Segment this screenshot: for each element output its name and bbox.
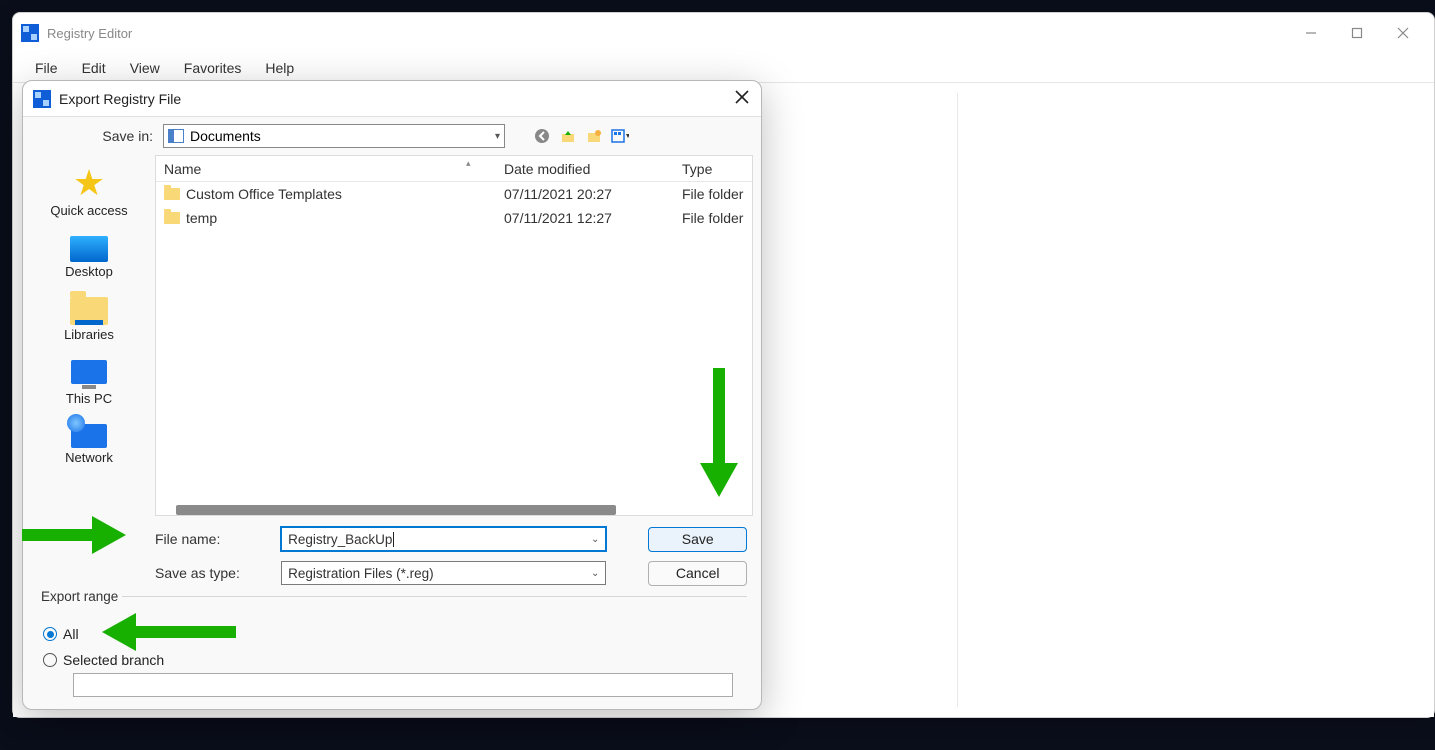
cancel-button[interactable]: Cancel <box>648 561 747 586</box>
file-list-header: Name ▴ Date modified Type <box>156 156 752 182</box>
menu-favorites[interactable]: Favorites <box>172 56 254 80</box>
places-bar: ★ Quick access Desktop Libraries This PC… <box>23 155 155 516</box>
place-desktop[interactable]: Desktop <box>65 236 113 279</box>
libraries-icon <box>70 297 108 325</box>
radio-selected-row[interactable]: Selected branch <box>37 647 747 673</box>
filename-input[interactable]: Registry_BackUp ⌄ <box>281 527 606 551</box>
folder-icon <box>164 212 180 224</box>
place-quick-access[interactable]: ★ Quick access <box>50 165 127 218</box>
new-folder-icon[interactable] <box>585 127 603 145</box>
save-button[interactable]: Save <box>648 527 747 552</box>
dialog-titlebar: Export Registry File <box>23 81 761 117</box>
col-type[interactable]: Type <box>674 161 752 177</box>
export-range-group: Export range All Selected branch <box>37 596 747 697</box>
save-in-row: Save in: Documents ▾ <box>23 117 761 155</box>
menu-help[interactable]: Help <box>253 56 306 80</box>
saveastype-dropdown[interactable]: Registration Files (*.reg) ⌄ <box>281 561 606 585</box>
radio-selected-branch[interactable] <box>43 653 57 667</box>
back-icon[interactable] <box>533 127 551 145</box>
selected-branch-input[interactable] <box>73 673 733 697</box>
col-name[interactable]: Name <box>156 161 496 177</box>
column-divider <box>957 93 958 707</box>
view-menu-icon[interactable] <box>611 127 629 145</box>
save-in-value: Documents <box>190 128 261 144</box>
star-icon: ★ <box>73 165 105 201</box>
radio-all[interactable] <box>43 627 57 641</box>
dialog-close-button[interactable] <box>735 88 749 109</box>
menu-edit[interactable]: Edit <box>70 56 118 80</box>
filename-label: File name: <box>23 531 281 547</box>
regedit-icon <box>33 90 51 108</box>
up-folder-icon[interactable] <box>559 127 577 145</box>
window-title: Registry Editor <box>47 26 132 41</box>
folder-icon <box>164 188 180 200</box>
desktop-icon <box>70 236 108 262</box>
place-network[interactable]: Network <box>65 424 113 465</box>
maximize-button[interactable] <box>1334 18 1380 48</box>
regedit-icon <box>21 24 39 42</box>
radio-all-row[interactable]: All <box>37 621 747 647</box>
file-row[interactable]: temp 07/11/2021 12:27 File folder <box>156 206 752 230</box>
save-in-dropdown[interactable]: Documents ▾ <box>163 124 505 148</box>
close-button[interactable] <box>1380 18 1426 48</box>
horizontal-scrollbar[interactable] <box>176 505 616 515</box>
export-range-label: Export range <box>37 589 122 604</box>
chevron-down-icon: ⌄ <box>591 568 599 579</box>
col-date[interactable]: Date modified <box>496 161 674 177</box>
place-libraries[interactable]: Libraries <box>64 297 114 342</box>
minimize-button[interactable] <box>1288 18 1334 48</box>
file-list: Name ▴ Date modified Type Custom Office … <box>155 155 753 516</box>
saveastype-label: Save as type: <box>23 565 281 581</box>
monitor-icon <box>71 360 107 384</box>
sort-asc-icon: ▴ <box>466 158 471 169</box>
file-row[interactable]: Custom Office Templates 07/11/2021 20:27… <box>156 182 752 206</box>
dialog-title: Export Registry File <box>59 91 181 107</box>
chevron-down-icon: ▾ <box>495 131 500 142</box>
place-this-pc[interactable]: This PC <box>66 360 112 406</box>
titlebar: Registry Editor <box>13 13 1434 53</box>
menu-file[interactable]: File <box>23 56 70 80</box>
chevron-down-icon: ⌄ <box>591 534 599 545</box>
export-registry-dialog: Export Registry File Save in: Documents … <box>22 80 762 710</box>
documents-icon <box>168 129 184 143</box>
menu-view[interactable]: View <box>118 56 172 80</box>
menu-bar: File Edit View Favorites Help <box>13 53 1434 83</box>
save-in-label: Save in: <box>23 128 153 144</box>
